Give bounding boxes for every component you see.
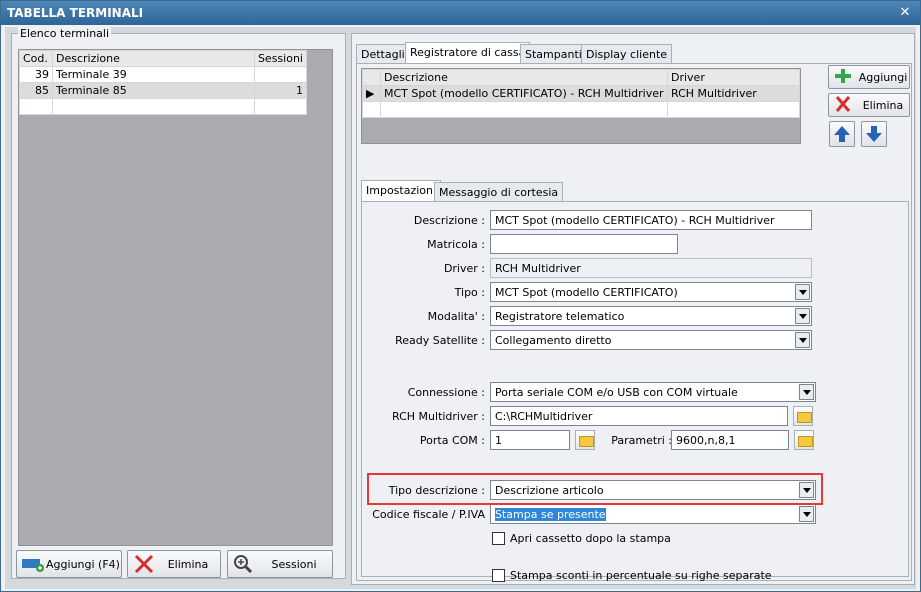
terminal-table: Cod. Descrizione Sessioni 39 Terminale 3… bbox=[19, 50, 308, 115]
table-header-row: Cod. Descrizione Sessioni bbox=[19, 50, 308, 67]
tax-code-label: Codice fiscale / P.IVA bbox=[372, 508, 485, 521]
tab-impostazioni[interactable]: Impostazioni bbox=[361, 180, 442, 202]
open-drawer-label: Apri cassetto dopo la stampa bbox=[510, 532, 671, 545]
title-bar: TABELLA TERMINALI ✕ bbox=[1, 1, 920, 25]
rch-multidriver-path-field[interactable]: C:\RCHMultidriver bbox=[490, 406, 788, 426]
cell-cod: 39 bbox=[19, 66, 53, 83]
arrow-down-icon bbox=[866, 126, 882, 142]
tax-code-select[interactable]: Stampa se presente bbox=[490, 504, 816, 524]
folder-icon[interactable] bbox=[793, 406, 813, 426]
highlight-box bbox=[367, 473, 823, 505]
zoom-in-icon bbox=[232, 554, 256, 574]
chevron-down-icon[interactable] bbox=[795, 332, 810, 348]
chevron-down-icon[interactable] bbox=[799, 506, 814, 522]
open-drawer-checkbox[interactable] bbox=[492, 532, 505, 545]
rch-multidriver-label: RCH Multidriver : bbox=[392, 410, 485, 423]
description-field[interactable]: MCT Spot (modello CERTIFICATO) - RCH Mul… bbox=[490, 210, 812, 230]
table-row[interactable]: ▶ MCT Spot (modello CERTIFICATO) - RCH M… bbox=[362, 85, 800, 102]
cell-sessions: 1 bbox=[253, 82, 308, 99]
type-value: MCT Spot (modello CERTIFICATO) bbox=[495, 286, 678, 299]
move-up-button[interactable] bbox=[829, 121, 855, 147]
delete-terminal-label: Elimina bbox=[167, 557, 209, 571]
tab-display-cliente[interactable]: Display cliente bbox=[581, 44, 673, 63]
delete-icon bbox=[833, 95, 857, 115]
chevron-down-icon[interactable] bbox=[799, 384, 814, 400]
ready-satellite-value: Collegamento diretto bbox=[495, 334, 612, 347]
column-header-description[interactable]: Descrizione bbox=[380, 69, 668, 86]
delete-icon bbox=[132, 554, 156, 574]
chevron-down-icon[interactable] bbox=[795, 284, 810, 300]
ready-satellite-select[interactable]: Collegamento diretto bbox=[490, 330, 812, 350]
sessions-button[interactable]: Sessioni bbox=[227, 550, 333, 578]
tax-code-value: Stampa se presente bbox=[495, 508, 606, 521]
tab-messaggio-di-cortesia[interactable]: Messaggio di cortesia bbox=[434, 182, 564, 201]
cell-cod: 85 bbox=[19, 82, 53, 99]
chevron-down-icon[interactable] bbox=[795, 308, 810, 324]
tab-stampanti[interactable]: Stampanti bbox=[520, 44, 587, 63]
column-header-cod[interactable]: Cod. bbox=[19, 50, 53, 67]
mode-label: Modalita' : bbox=[427, 310, 485, 323]
register-header-row: Descrizione Driver bbox=[362, 69, 800, 86]
serial-number-label: Matricola : bbox=[427, 238, 485, 251]
cell-description: Terminale 39 bbox=[51, 66, 255, 83]
settings-form: Descrizione : MCT Spot (modello CERTIFIC… bbox=[361, 201, 909, 582]
column-header-driver[interactable]: Driver bbox=[667, 69, 800, 86]
parameters-field[interactable]: 9600,n,8,1 bbox=[671, 430, 789, 450]
new-row[interactable] bbox=[362, 101, 800, 118]
terminal-list-group: Elenco terminali Cod. Descrizione Sessio… bbox=[11, 27, 346, 579]
table-row[interactable]: 39 Terminale 39 bbox=[19, 66, 308, 83]
terminal-list-label: Elenco terminali bbox=[18, 27, 112, 40]
add-register-label: Aggiungi bbox=[858, 70, 908, 84]
serial-number-field[interactable] bbox=[490, 234, 678, 254]
close-icon[interactable]: ✕ bbox=[896, 4, 914, 21]
cell-driver: RCH Multidriver bbox=[667, 85, 800, 102]
description-label: Descrizione : bbox=[413, 214, 485, 227]
sessions-label: Sessioni bbox=[271, 557, 317, 571]
add-terminal-label: Aggiungi (F4) bbox=[46, 557, 120, 571]
driver-label: Driver : bbox=[443, 262, 485, 275]
register-grid[interactable]: Descrizione Driver ▶ MCT Spot (modello C… bbox=[361, 68, 801, 144]
percent-discount-checkbox[interactable] bbox=[492, 569, 505, 582]
delete-register-label: Elimina bbox=[862, 98, 904, 112]
table-row[interactable]: 85 Terminale 85 1 bbox=[19, 82, 308, 99]
terminal-table-window: TABELLA TERMINALI ✕ Elenco terminali Cod… bbox=[0, 0, 921, 592]
connection-select[interactable]: Porta seriale COM e/o USB con COM virtua… bbox=[490, 382, 816, 402]
percent-discount-label: Stampa sconti in percentuale su righe se… bbox=[510, 569, 772, 582]
cell-description: MCT Spot (modello CERTIFICATO) - RCH Mul… bbox=[380, 85, 668, 102]
type-label: Tipo : bbox=[454, 286, 485, 299]
tab-dettagli[interactable]: Dettagli bbox=[356, 44, 410, 63]
column-header-sessions[interactable]: Sessioni bbox=[253, 50, 308, 67]
parameters-label: Parametri : bbox=[611, 434, 672, 447]
arrow-up-icon bbox=[834, 126, 850, 142]
tab-registratore-di-cassa[interactable]: Registratore di cassa bbox=[405, 42, 531, 64]
terminal-grid[interactable]: Cod. Descrizione Sessioni 39 Terminale 3… bbox=[18, 49, 333, 546]
mode-select[interactable]: Registratore telematico bbox=[490, 306, 812, 326]
com-port-label: Porta COM : bbox=[419, 434, 485, 447]
delete-register-button[interactable]: Elimina bbox=[828, 93, 910, 117]
new-row[interactable] bbox=[19, 98, 308, 115]
plus-icon bbox=[833, 67, 857, 87]
register-table: Descrizione Driver ▶ MCT Spot (modello C… bbox=[362, 69, 800, 118]
folder-icon[interactable] bbox=[794, 430, 814, 450]
type-select[interactable]: MCT Spot (modello CERTIFICATO) bbox=[490, 282, 812, 302]
connection-label: Connessione : bbox=[407, 386, 485, 399]
add-terminal-button[interactable]: Aggiungi (F4) bbox=[16, 550, 122, 578]
move-down-button[interactable] bbox=[861, 121, 887, 147]
driver-field: RCH Multidriver bbox=[490, 258, 812, 278]
window-title: TABELLA TERMINALI bbox=[7, 6, 144, 20]
connection-value: Porta seriale COM e/o USB con COM virtua… bbox=[495, 386, 738, 399]
add-register-button[interactable]: Aggiungi bbox=[828, 65, 910, 89]
cell-sessions bbox=[253, 66, 308, 83]
mode-value: Registratore telematico bbox=[495, 310, 625, 323]
ready-satellite-label: Ready Satellite : bbox=[395, 334, 485, 347]
row-indicator-icon: ▶ bbox=[362, 85, 381, 102]
cell-description: Terminale 85 bbox=[51, 82, 255, 99]
add-terminal-icon bbox=[21, 554, 45, 574]
delete-terminal-button[interactable]: Elimina bbox=[127, 550, 221, 578]
column-header-description[interactable]: Descrizione bbox=[51, 50, 255, 67]
